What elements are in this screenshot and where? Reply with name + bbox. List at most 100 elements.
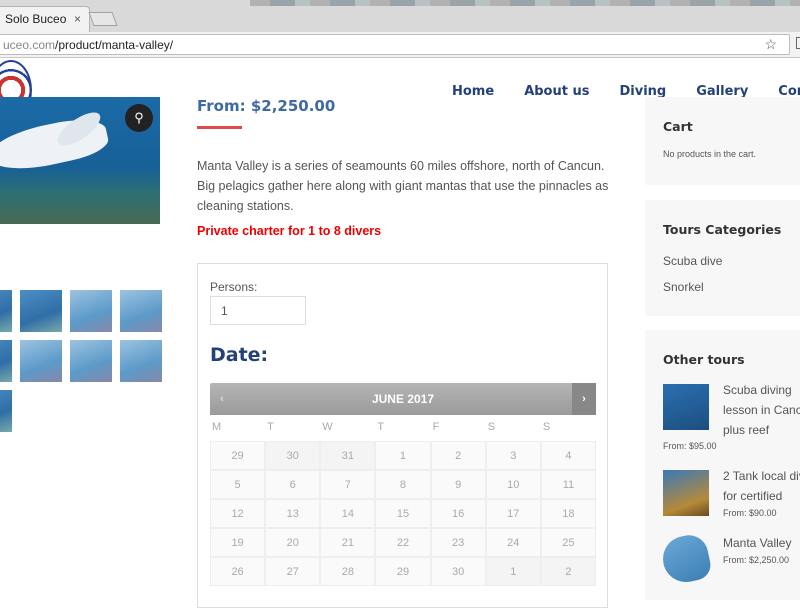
calendar-day: 29 xyxy=(375,557,431,586)
weekday-label: S xyxy=(542,421,551,433)
calendar-day: 31 xyxy=(320,441,376,470)
persons-input[interactable]: 1 xyxy=(210,296,306,325)
tour-link-scuba-lesson[interactable]: Scuba diving lesson in Cancu plus reef xyxy=(723,380,800,440)
date-picker-calendar: ‹ JUNE 2017 › M T W T F S S 29 30 31 1 2… xyxy=(210,383,596,586)
calendar-day: 6 xyxy=(265,470,321,499)
tour-thumbnail[interactable] xyxy=(663,384,709,430)
category-link-scuba-dive[interactable]: Scuba dive xyxy=(663,254,722,268)
persons-label: Persons: xyxy=(210,280,258,294)
calendar-day: 1 xyxy=(375,441,431,470)
gallery-thumbnail[interactable] xyxy=(0,390,12,432)
calendar-day: 21 xyxy=(320,528,376,557)
tour-price: From: $2,250.00 xyxy=(723,555,790,565)
nav-item-about-us[interactable]: About us xyxy=(524,84,589,99)
booking-form: Persons: 1 Date: ‹ JUNE 2017 › M T W T F… xyxy=(197,263,608,608)
weekday-label: T xyxy=(377,421,385,433)
tour-name-line: Manta Valley xyxy=(723,536,792,550)
tour-name-line: Scuba diving xyxy=(723,383,792,397)
tour-link-manta-valley[interactable]: Manta Valley xyxy=(723,533,800,553)
tour-price: From: $90.00 xyxy=(723,508,777,518)
calendar-day: 2 xyxy=(430,441,486,470)
bookmark-star-icon[interactable]: ☆ xyxy=(764,36,777,53)
calendar-day: 23 xyxy=(430,528,486,557)
prev-month-button[interactable]: ‹ xyxy=(210,383,234,415)
cart-empty-text: No products in the cart. xyxy=(663,149,757,159)
weekday-label: W xyxy=(322,421,333,433)
extension-icon[interactable] xyxy=(796,37,800,49)
calendar-day: 10 xyxy=(485,470,541,499)
browser-tabstrip: Solo Buceo × xyxy=(0,0,800,32)
calendar-day: 20 xyxy=(265,528,321,557)
gallery-thumbnail[interactable] xyxy=(70,290,112,332)
calendar-day: 29 xyxy=(210,441,266,470)
calendar-day: 15 xyxy=(375,499,431,528)
tour-name-line: plus reef xyxy=(723,423,770,437)
browser-tab[interactable]: Solo Buceo × xyxy=(0,6,90,32)
next-month-button[interactable]: › xyxy=(572,383,596,415)
calendar-day: 28 xyxy=(320,557,376,586)
product-description: Manta Valley is a series of seamounts 60… xyxy=(197,159,609,213)
tour-thumbnail[interactable] xyxy=(658,531,714,587)
calendar-day: 3 xyxy=(485,441,541,470)
calendar-day: 1 xyxy=(485,557,541,586)
calendar-day: 25 xyxy=(540,528,596,557)
thumbnail-gallery xyxy=(0,290,162,432)
tour-categories-widget: Tours Categories Scuba dive Snorkel xyxy=(645,200,800,316)
gallery-thumbnail[interactable] xyxy=(70,340,112,382)
calendar-day: 9 xyxy=(430,470,486,499)
calendar-day: 22 xyxy=(375,528,431,557)
calendar-day: 16 xyxy=(430,499,486,528)
gallery-thumbnail[interactable] xyxy=(0,340,12,382)
weekday-label: M xyxy=(212,421,222,433)
url-path: /product/manta-valley/ xyxy=(55,38,174,52)
calendar-grid: M T W T F S S 29 30 31 1 2 3 4 5 6 7 8 9… xyxy=(210,415,596,586)
tour-price: From: $95.00 xyxy=(663,441,717,451)
tour-name-line: 2 Tank local div xyxy=(723,469,800,483)
calendar-day: 11 xyxy=(540,470,596,499)
date-heading: Date: xyxy=(210,344,269,366)
tour-name-line: lesson in Cancu xyxy=(723,403,800,417)
weekday-label: F xyxy=(432,421,440,433)
gallery-thumbnail[interactable] xyxy=(120,290,162,332)
nav-item-home[interactable]: Home xyxy=(452,84,494,99)
tour-link-2-tank[interactable]: 2 Tank local div for certified xyxy=(723,466,800,506)
gallery-thumbnail[interactable] xyxy=(120,340,162,382)
calendar-day: 13 xyxy=(265,499,321,528)
tab-close-icon[interactable]: × xyxy=(74,12,81,26)
address-bar[interactable]: uceo.com/product/manta-valley/ ☆ xyxy=(0,34,790,55)
categories-title: Tours Categories xyxy=(663,222,782,237)
calendar-header: ‹ JUNE 2017 › xyxy=(210,383,596,415)
calendar-day: 2 xyxy=(540,557,596,586)
calendar-day: 5 xyxy=(210,470,266,499)
product-price: From: $2,250.00 xyxy=(197,97,336,115)
calendar-day: 14 xyxy=(320,499,376,528)
calendar-day: 26 xyxy=(210,557,266,586)
weekday-label: T xyxy=(267,421,274,433)
other-tours-widget: Other tours Scuba diving lesson in Cancu… xyxy=(645,330,800,600)
tour-thumbnail[interactable] xyxy=(663,470,709,516)
calendar-day: 24 xyxy=(485,528,541,557)
background-thumbnails xyxy=(250,0,800,6)
calendar-day: 30 xyxy=(265,441,321,470)
calendar-day: 4 xyxy=(540,441,596,470)
calendar-day: 17 xyxy=(485,499,541,528)
category-link-snorkel[interactable]: Snorkel xyxy=(663,280,704,294)
calendar-day: 8 xyxy=(375,470,431,499)
cart-widget: Cart No products in the cart. xyxy=(645,97,800,185)
weekday-label: S xyxy=(487,421,496,433)
new-tab-button[interactable] xyxy=(88,12,118,26)
tour-name-line: for certified xyxy=(723,489,783,503)
calendar-day: 19 xyxy=(210,528,266,557)
calendar-day: 18 xyxy=(540,499,596,528)
other-tours-title: Other tours xyxy=(663,352,745,367)
calendar-day: 7 xyxy=(320,470,376,499)
cart-title: Cart xyxy=(663,119,693,134)
zoom-icon[interactable]: ⚲ xyxy=(125,104,153,132)
charter-note: Private charter for 1 to 8 divers xyxy=(197,224,382,238)
gallery-thumbnail[interactable] xyxy=(0,290,12,332)
gallery-thumbnail[interactable] xyxy=(20,340,62,382)
tab-title: Solo Buceo xyxy=(5,12,67,26)
gallery-thumbnail[interactable] xyxy=(20,290,62,332)
price-divider xyxy=(197,126,242,129)
url-domain: uceo.com xyxy=(3,38,56,52)
